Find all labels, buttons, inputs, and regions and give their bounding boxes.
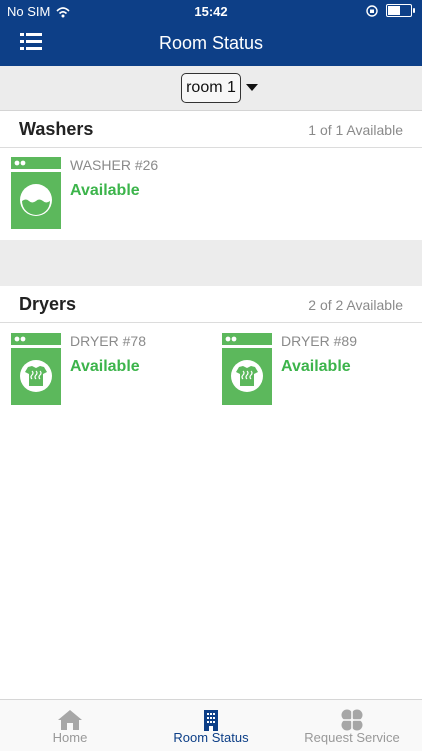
tab-home[interactable]: Home xyxy=(0,700,140,751)
tab-label: Room Status xyxy=(173,730,249,745)
dropdown-caret-icon[interactable] xyxy=(246,84,258,91)
machine-name: DRYER #78 xyxy=(70,333,147,349)
machine-name: WASHER #26 xyxy=(70,157,159,173)
dryers-header: Dryers 2 of 2 Available xyxy=(0,286,422,323)
availability-count: 1 of 1 Available xyxy=(308,122,403,138)
app-header: No SIM 15:42 Room Status xyxy=(0,0,422,66)
tab-request-service[interactable]: Request Service xyxy=(282,700,422,751)
machine-status: Available xyxy=(70,182,140,199)
machine-name: DRYER #89 xyxy=(281,333,358,349)
status-right xyxy=(366,4,415,17)
orientation-lock-icon xyxy=(366,4,378,17)
room-selector-bar: room 1 xyxy=(0,66,422,111)
section-divider xyxy=(0,240,422,286)
room-select[interactable]: room 1 xyxy=(181,73,241,103)
tab-room-status[interactable]: Room Status xyxy=(141,700,281,751)
machine-status: Available xyxy=(70,358,140,375)
dryer-icon xyxy=(11,333,61,405)
availability-count: 2 of 2 Available xyxy=(308,297,403,313)
washer-icon xyxy=(11,157,61,229)
page-title: Room Status xyxy=(158,33,264,53)
section-title: Dryers xyxy=(19,294,77,314)
dryer-icon xyxy=(222,333,272,405)
battery-icon xyxy=(386,4,415,17)
home-icon xyxy=(58,710,82,730)
tab-bar: Home Room Status Request Service xyxy=(0,699,422,751)
service-icon xyxy=(341,709,363,731)
machine-status: Available xyxy=(281,358,351,375)
machine-card-dryer-89[interactable]: DRYER #89 Available xyxy=(222,333,422,413)
status-time: 15:42 xyxy=(194,4,228,19)
status-bar: No SIM 15:42 xyxy=(0,0,422,22)
machine-card-dryer-78[interactable]: DRYER #78 Available xyxy=(11,333,211,413)
section-title: Washers xyxy=(19,119,94,139)
machine-card-washer-26[interactable]: WASHER #26 Available xyxy=(11,157,211,237)
building-icon xyxy=(204,710,218,731)
washers-header: Washers 1 of 1 Available xyxy=(0,111,422,148)
tab-label: Request Service xyxy=(304,730,400,745)
tab-label: Home xyxy=(52,730,88,745)
